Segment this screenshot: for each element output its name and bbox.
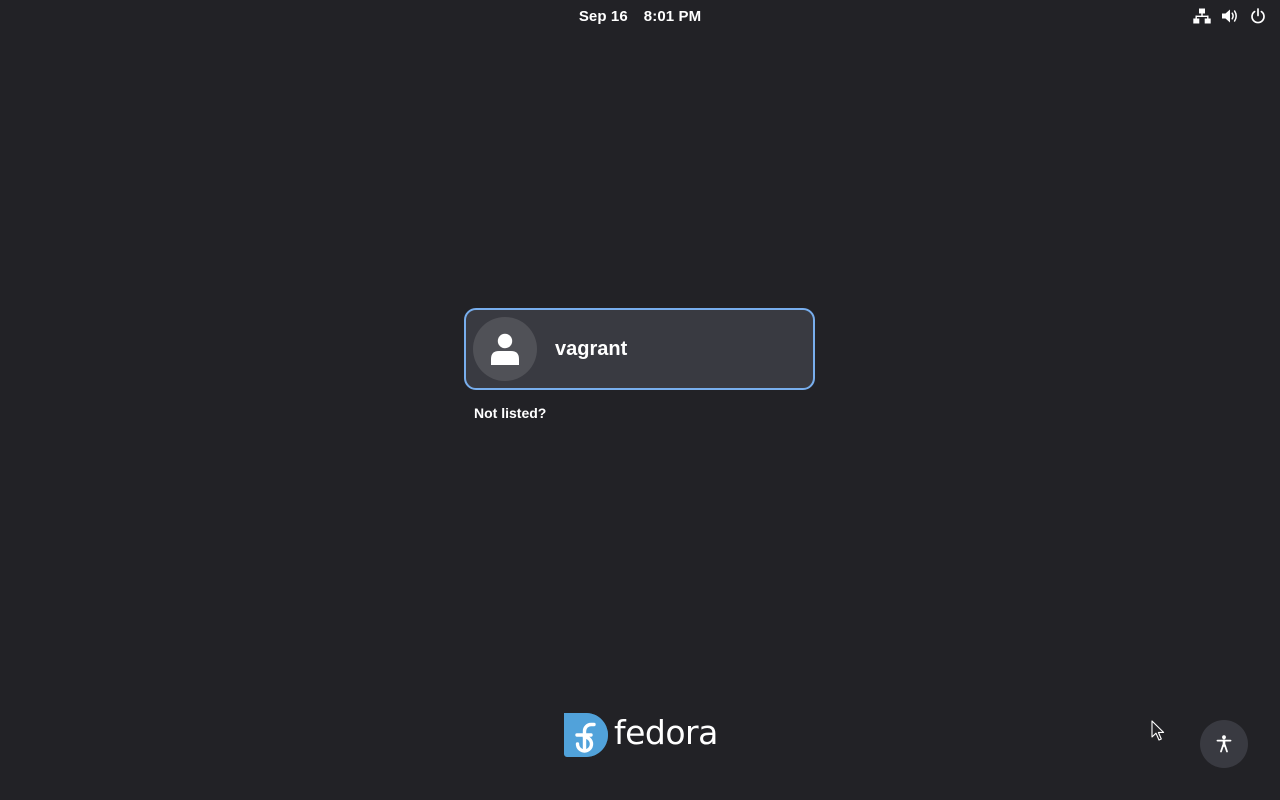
volume-icon [1220, 6, 1240, 26]
user-avatar-icon [473, 317, 537, 381]
top-bar: Sep 16 8:01 PM [0, 0, 1280, 32]
fedora-logo-icon [564, 713, 608, 757]
accessibility-icon [1216, 735, 1232, 753]
user-name: vagrant [555, 337, 628, 360]
mouse-pointer-icon [1151, 720, 1165, 741]
network-wired-icon [1192, 6, 1212, 26]
clock-time: 8:01 PM [643, 7, 702, 25]
login-screen: Sep 16 8:01 PM vagrant Not listed? fedor… [0, 0, 1280, 800]
user-item-vagrant[interactable]: vagrant [464, 308, 815, 390]
clock-date: Sep 16 [578, 7, 628, 25]
not-listed-button[interactable]: Not listed? [474, 405, 546, 421]
power-icon [1248, 6, 1268, 26]
fedora-logo: fedora [564, 712, 718, 758]
accessibility-button[interactable] [1200, 720, 1248, 768]
system-status-menu[interactable] [1192, 5, 1268, 27]
clock[interactable]: Sep 16 8:01 PM [0, 0, 1280, 32]
user-list: vagrant Not listed? [464, 308, 815, 423]
fedora-wordmark: fedora [614, 713, 718, 752]
